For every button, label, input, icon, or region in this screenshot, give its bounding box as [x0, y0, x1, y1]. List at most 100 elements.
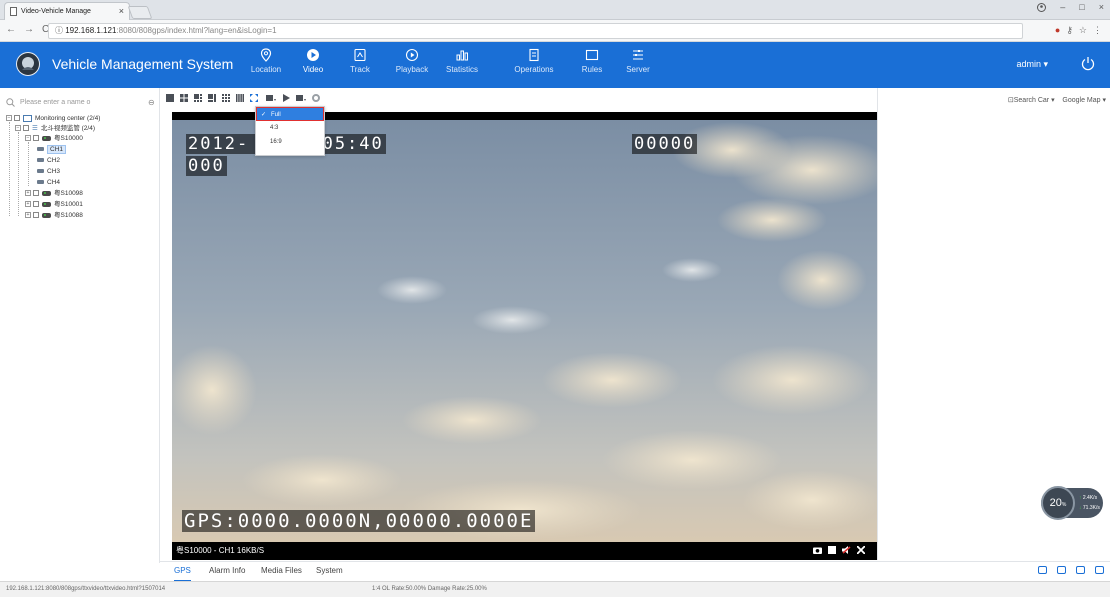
mute-icon[interactable] — [842, 546, 851, 554]
vehicle-online-icon — [42, 190, 51, 196]
tab-alarm-info[interactable]: Alarm Info — [209, 562, 245, 580]
layout-6-icon[interactable] — [194, 94, 202, 102]
nav-track[interactable]: Track — [334, 46, 386, 86]
tab-system[interactable]: System — [316, 562, 343, 580]
new-tab-button[interactable] — [127, 6, 153, 19]
extension-icon[interactable]: ● — [1055, 25, 1060, 36]
tree-node-vehicle[interactable]: + 粤S10001 — [25, 200, 83, 210]
unlock-icon[interactable] — [1057, 566, 1066, 574]
network-speed-widget: 20% ↑ 2.4K/s ↓ 71.3K/s — [1041, 486, 1103, 520]
back-icon[interactable]: ← — [6, 24, 16, 35]
power-icon[interactable] — [1080, 55, 1096, 71]
checkbox[interactable] — [33, 212, 39, 219]
tree-node-channel[interactable]: CH3 — [37, 167, 60, 177]
nav-rules[interactable]: Rules — [566, 46, 618, 86]
nav-server[interactable]: Server — [612, 46, 664, 86]
tab-media-files[interactable]: Media Files — [261, 562, 302, 580]
snapshot-icon[interactable] — [813, 546, 822, 554]
window-icon[interactable] — [1076, 566, 1085, 574]
tree-node-root[interactable]: − Monitoring center (2/4) — [6, 114, 100, 124]
dropdown-item-full[interactable]: ✓ Full — [256, 107, 324, 121]
video-frame[interactable]: 2012- 5 16:05:40 000 00000 GPS:0000.0000… — [172, 120, 877, 542]
stop-icon[interactable] — [828, 546, 836, 554]
nav-video-label: Video — [302, 65, 324, 74]
layout-8-icon[interactable] — [208, 94, 216, 102]
tree-node-channel[interactable]: CH4 — [37, 178, 60, 188]
username: admin — [1016, 59, 1041, 69]
stream-icon[interactable] — [266, 94, 276, 102]
map-select-button[interactable]: Google Map ▾ — [1062, 97, 1106, 104]
user-menu[interactable]: admin ▾ — [1016, 59, 1048, 70]
tree-node-vehicle[interactable]: − 粤S10000 — [25, 134, 83, 144]
tree-node-channel[interactable]: CH2 — [37, 156, 60, 166]
browser-status-bar: 192.168.1.121:8080/808gps/ttxvideo/ttxvi… — [0, 581, 1110, 597]
layout-4-icon[interactable] — [180, 94, 188, 102]
nav-statistics[interactable]: Statistics — [436, 46, 488, 86]
logo-icon — [16, 52, 40, 76]
nav-video[interactable]: Video — [287, 46, 339, 86]
online-rate-status: 1:4 OL Rate:50.00% Damage Rate:25.00% — [372, 586, 487, 592]
key-icon[interactable]: ⚷ — [1066, 25, 1073, 36]
dropdown-item-4-3[interactable]: 4:3 — [256, 121, 324, 135]
forward-icon[interactable]: → — [24, 24, 34, 35]
settings-gear-icon[interactable] — [312, 94, 320, 102]
layout-16-icon[interactable] — [236, 94, 244, 102]
tab-close-icon[interactable]: × — [119, 3, 124, 20]
video-play-icon — [307, 49, 319, 61]
tab-gps[interactable]: GPS — [174, 562, 191, 582]
app-title: Vehicle Management System — [52, 56, 234, 72]
nav-location[interactable]: Location — [240, 46, 292, 86]
playback-icon — [405, 48, 419, 62]
browser-tab[interactable]: Video-Vehicle Manage × — [4, 2, 130, 20]
download-rate: ↓ 71.3K/s — [1079, 505, 1100, 511]
aspect-ratio-icon[interactable] — [250, 94, 260, 102]
search-input[interactable]: Please enter a name o — [6, 96, 146, 110]
maximize-panel-icon[interactable] — [1095, 566, 1104, 574]
nav-operations[interactable]: Operations — [508, 46, 560, 86]
dropdown-item-16-9[interactable]: 16:9 — [256, 135, 324, 149]
bottom-tabs: GPS Alarm Info Media Files System — [160, 561, 1110, 582]
address-bar: ← → C ⓘ 192.168.1.121:8080/808gps/index.… — [0, 20, 1110, 42]
url-input[interactable]: ⓘ 192.168.1.121:8080/808gps/index.html?l… — [48, 23, 1023, 39]
nav-track-label: Track — [350, 65, 370, 74]
tree-node-group[interactable]: − ☰ 北斗视频监管 (2/4) — [15, 124, 95, 134]
nav-playback[interactable]: Playback — [386, 46, 438, 86]
play-all-icon[interactable] — [282, 94, 290, 102]
channel-label: CH3 — [47, 168, 61, 175]
checkbox[interactable] — [23, 125, 29, 132]
checkbox[interactable] — [14, 115, 20, 122]
channel-label: CH4 — [47, 179, 61, 186]
stop-all-icon[interactable] — [296, 94, 306, 102]
checkbox[interactable] — [33, 190, 39, 197]
minimize-button[interactable]: – — [1060, 2, 1065, 12]
account-icon[interactable] — [1037, 2, 1047, 12]
tree-node-vehicle[interactable]: + 粤S10088 — [25, 211, 83, 221]
close-video-icon[interactable] — [857, 546, 865, 554]
nav-location-label: Location — [250, 65, 282, 74]
tree-node-vehicle[interactable]: + 粤S10098 — [25, 189, 83, 199]
search-car-button[interactable]: ⊡Search Car ▾ — [1008, 97, 1055, 104]
status-url: 192.168.1.121:8080/808gps/ttxvideo/ttxvi… — [6, 586, 166, 592]
search-icon — [6, 98, 15, 107]
vehicle-online-icon — [42, 212, 51, 218]
browser-tab-bar: Video-Vehicle Manage × – □ × — [0, 0, 1110, 20]
video-status-bar: 粤S10000 - CH1 16KB/S — [172, 542, 877, 560]
track-icon — [354, 48, 366, 62]
nav-rules-label: Rules — [581, 65, 603, 74]
menu-icon[interactable]: ⋮ — [1093, 25, 1102, 36]
tab-title: Video-Vehicle Manage — [21, 8, 91, 15]
checkbox[interactable] — [33, 135, 39, 142]
bookmark-star-icon[interactable]: ☆ — [1079, 25, 1087, 36]
close-window-button[interactable]: × — [1099, 2, 1104, 12]
tree-node-channel[interactable]: CH1 — [37, 145, 67, 155]
aspect-ratio-dropdown: ✓ Full 4:3 16:9 — [255, 106, 325, 156]
locate-icon[interactable]: ⊖ — [148, 98, 155, 107]
layout-1-icon[interactable] — [166, 94, 174, 102]
lock-icon[interactable] — [1038, 566, 1047, 574]
layout-9-icon[interactable] — [222, 94, 230, 102]
speed-value: 20 — [1049, 497, 1062, 509]
vehicle-label: 粤S10098 — [54, 190, 83, 197]
maximize-button[interactable]: □ — [1079, 2, 1084, 12]
tree-group-label: 北斗视频监管 (2/4) — [40, 125, 95, 132]
checkbox[interactable] — [33, 201, 39, 208]
